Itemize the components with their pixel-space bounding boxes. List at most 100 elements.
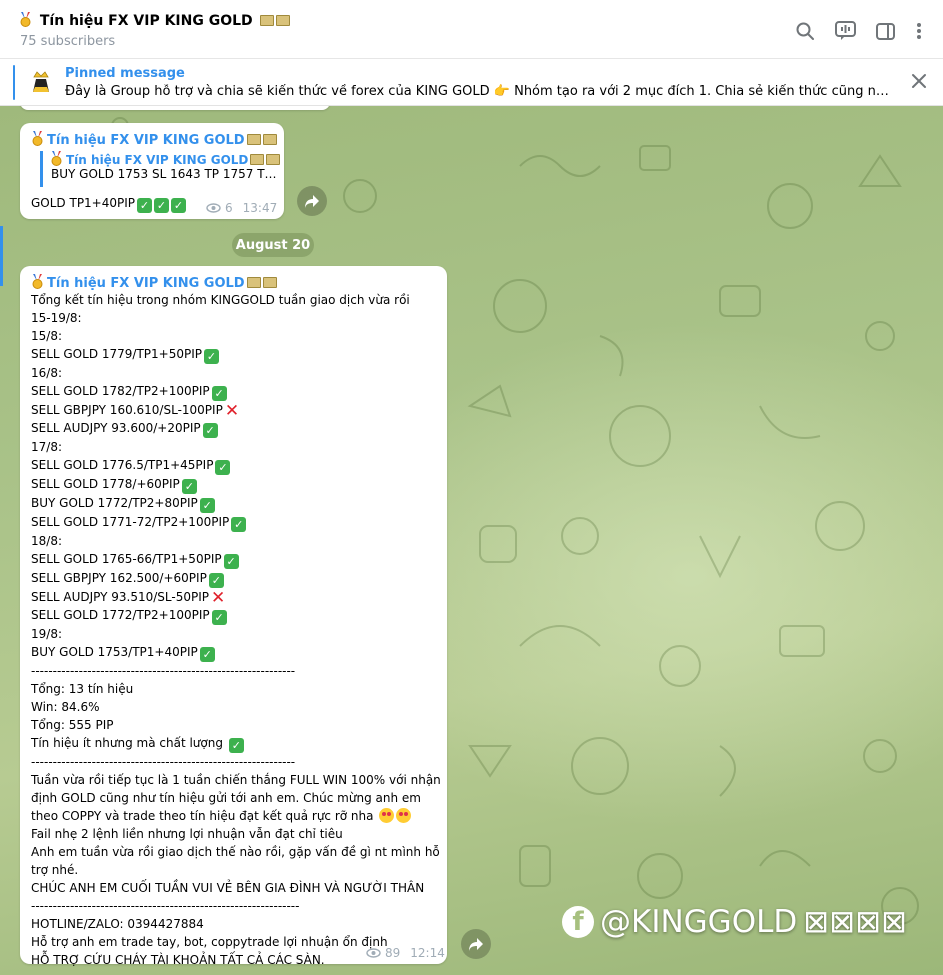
message-line-text: Win: 84.6% xyxy=(31,700,100,714)
chat-header[interactable]: Tín hiệu FX VIP KING GOLD 75 subscribers xyxy=(0,0,943,59)
share-button[interactable] xyxy=(461,929,491,959)
message-line-text: 18/8: xyxy=(31,534,62,548)
voice-chat-icon[interactable] xyxy=(834,20,856,42)
crown-icon xyxy=(28,68,54,96)
check-icon: ✓ xyxy=(154,198,170,213)
forwarded-sender-name: Tín hiệu FX VIP KING GOLD xyxy=(66,153,249,167)
message-sender-name: Tín hiệu FX VIP KING GOLD xyxy=(47,276,245,291)
message-line-text: ----------------------------------------… xyxy=(31,755,296,769)
message-line-text: SELL GBPJPY 162.500/+60PIP xyxy=(31,571,207,585)
heart-eyes-emoji-icon xyxy=(379,808,395,823)
message-line: Tuần vừa rồi tiếp tục là 1 tuần chiến th… xyxy=(31,771,443,789)
check-icon: ✓ xyxy=(223,554,239,569)
check-icon: ✓ xyxy=(204,349,219,364)
message-line: ----------------------------------------… xyxy=(31,662,443,680)
message-time: 12:14 xyxy=(410,946,445,960)
message-line: trợ nhé. xyxy=(31,861,443,879)
facebook-logo-icon: f xyxy=(562,906,594,938)
message-line: ----------------------------------------… xyxy=(31,753,443,771)
channel-title-text: Tín hiệu FX VIP KING GOLD xyxy=(39,13,253,29)
message-line: Win: 84.6% xyxy=(31,698,443,716)
medal-icon xyxy=(32,274,43,289)
message-line: SELL GBPJPY 162.500/+60PIP ✓ xyxy=(31,569,443,588)
pinned-text: Đây là Group hỗ trợ và chia sẽ kiến thức… xyxy=(65,84,890,99)
message-line: SELL GOLD 1776.5/TP1+45PIP ✓ xyxy=(31,456,443,475)
message-sender[interactable]: Tín hiệu FX VIP KING GOLD xyxy=(32,274,277,291)
message-line-text: SELL GOLD 1778/+60PIP xyxy=(31,477,180,491)
share-icon xyxy=(469,937,483,951)
forwarded-text: BUY GOLD 1753 SL 1643 TP 1757 TP... xyxy=(51,167,279,181)
message-line-text: định GOLD cũng như tín hiệu gửi tới anh … xyxy=(31,791,421,805)
check-icon: ✓ xyxy=(228,738,244,753)
message-line: SELL GOLD 1779/TP1+50PIP ✓ xyxy=(31,345,443,364)
cash-icon xyxy=(246,277,261,288)
forwarded-sender: Tín hiệu FX VIP KING GOLD xyxy=(51,151,281,167)
check-icon: ✓ xyxy=(231,517,247,532)
pinned-indicator xyxy=(13,65,15,100)
message-line: 15-19/8: xyxy=(31,309,443,327)
message-line-text: Tổng: 13 tín hiệu xyxy=(31,682,134,696)
message-bubble[interactable]: Tín hiệu FX VIP KING GOLD Tổng kết tín h… xyxy=(20,266,447,967)
message-line-text: Tổng: 555 PIP xyxy=(31,718,114,732)
message-sender[interactable]: Tín hiệu FX VIP KING GOLD xyxy=(32,131,277,148)
message-line: SELL AUDJPY 93.600/+20PIP ✓ xyxy=(31,419,443,438)
message-line: SELL GBPJPY 160.610/SL-100PIP ✕ xyxy=(31,401,443,421)
message-line-text: Tín hiệu ít nhưng mà chất lượng xyxy=(31,736,227,750)
message-sender-name: Tín hiệu FX VIP KING GOLD xyxy=(47,133,245,148)
message-line: Tổng kết tín hiệu trong nhóm KINGGOLD tu… xyxy=(31,291,443,309)
message-bubble[interactable]: Tín hiệu FX VIP KING GOLD Tín hiệu FX VI… xyxy=(20,123,284,219)
message-line: HOTLINE/ZALO: 0394427884 xyxy=(31,915,443,933)
views-count: 89 xyxy=(385,946,401,960)
message-line-text: BUY GOLD 1772/TP2+80PIP xyxy=(31,496,198,510)
channel-title[interactable]: Tín hiệu FX VIP KING GOLD xyxy=(20,12,290,29)
message-line-text: 19/8: xyxy=(31,627,62,641)
message-line-text: SELL AUDJPY 93.600/+20PIP xyxy=(31,421,201,435)
message-text: GOLD TP1+40PIP ✓ ✓ ✓ xyxy=(31,194,187,213)
search-icon[interactable] xyxy=(794,20,816,42)
message-line: định GOLD cũng như tín hiệu gửi tới anh … xyxy=(31,789,443,807)
views-icon xyxy=(366,948,381,958)
message-line-text: SELL GOLD 1782/TP2+100PIP xyxy=(31,384,210,398)
message-line-text: SELL GOLD 1776.5/TP1+45PIP xyxy=(31,458,214,472)
forwarded-quote[interactable]: Tín hiệu FX VIP KING GOLD BUY GOLD 1753 … xyxy=(40,151,281,187)
message-line: SELL GOLD 1765-66/TP1+50PIP ✓ xyxy=(31,550,443,569)
cash-icon xyxy=(250,154,265,165)
message-meta: 89 12:14 xyxy=(366,946,445,960)
message-line-text: Hỗ trợ anh em trade tay, bot, coppytrade… xyxy=(31,935,388,949)
message-line-text: Tổng kết tín hiệu trong nhóm KINGGOLD tu… xyxy=(31,293,410,307)
message-body: Tổng kết tín hiệu trong nhóm KINGGOLD tu… xyxy=(31,291,443,969)
cash-icon xyxy=(262,134,277,145)
message-line-text: 15-19/8: xyxy=(31,311,82,325)
check-icon: ✓ xyxy=(211,610,227,625)
message-line: SELL GOLD 1778/+60PIP ✓ xyxy=(31,475,443,494)
check-icon: ✓ xyxy=(215,460,231,475)
cash-icon xyxy=(246,134,261,145)
check-icon: ✓ xyxy=(202,423,218,438)
more-icon[interactable] xyxy=(908,20,930,42)
share-button[interactable] xyxy=(297,186,327,216)
check-icon: ✓ xyxy=(181,479,197,494)
left-edge-indicator xyxy=(0,226,3,286)
message-line-text: SELL GOLD 1779/TP1+50PIP xyxy=(31,347,202,361)
message-line-text: HOTLINE/ZALO: 0394427884 xyxy=(31,917,204,931)
message-line: 18/8: xyxy=(31,532,443,550)
watermark-text: @KINGGOLD xyxy=(600,904,798,940)
message-text-content: GOLD TP1+40PIP xyxy=(31,196,136,210)
message-line: SELL GOLD 1782/TP2+100PIP ✓ xyxy=(31,382,443,401)
message-line: Fail nhẹ 2 lệnh liền nhưng lợi nhuận vẫn… xyxy=(31,825,443,843)
sidebar-icon[interactable] xyxy=(874,20,896,42)
message-line: ----------------------------------------… xyxy=(31,897,443,915)
message-line: Tổng: 555 PIP xyxy=(31,716,443,734)
pinned-message-bar[interactable]: Pinned message Đây là Group hỗ trợ và ch… xyxy=(0,59,943,106)
cash-icon xyxy=(259,15,274,26)
message-line: CHÚC ANH EM CUỐI TUẦN VUI VẺ BÊN GIA ĐÌN… xyxy=(31,879,443,897)
message-line-text: HỖ TRỢ CỨU CHÁY TÀI KHOẢN TẤT CẢ CÁC SÀN… xyxy=(31,953,325,967)
cash-icon xyxy=(262,277,277,288)
message-line-text: theo COPPY và trade theo tín hiệu đạt kế… xyxy=(31,809,378,823)
close-icon[interactable] xyxy=(911,73,929,91)
chat-area[interactable]: Tín hiệu FX VIP KING GOLD Tín hiệu FX VI… xyxy=(0,106,943,975)
message-line-text: 16/8: xyxy=(31,366,62,380)
cross-icon: ✕ xyxy=(224,401,240,421)
message-line: 19/8: xyxy=(31,625,443,643)
message-line: 16/8: xyxy=(31,364,443,382)
